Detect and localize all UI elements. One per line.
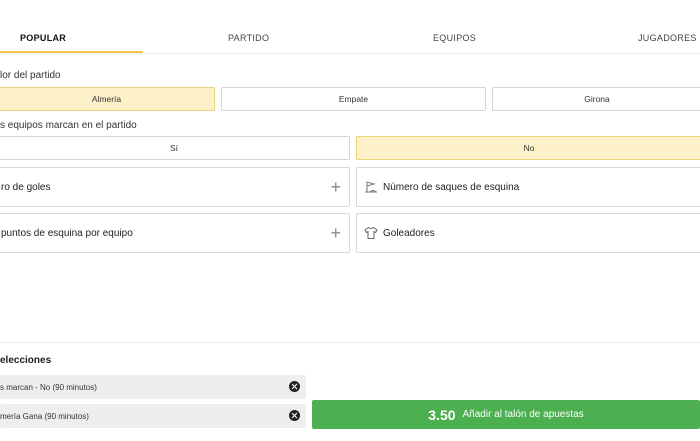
betslip-title: elecciones (0, 355, 52, 366)
market-saques-esquina[interactable]: Número de saques de esquina (356, 167, 700, 207)
remove-selection-icon[interactable] (289, 381, 300, 392)
plus-icon: + (330, 177, 341, 197)
selection-item: s marcan - No (90 minutos) (0, 375, 306, 399)
betslip-divider (0, 342, 700, 343)
option-almeria[interactable]: Almería (0, 87, 215, 111)
selection-label: s marcan - No (90 minutos) (0, 382, 97, 392)
market-title-ganador: lor del partido (0, 70, 61, 81)
market-goleadores[interactable]: Goleadores (356, 213, 700, 253)
market-numero-goles[interactable]: ro de goles + (0, 167, 350, 207)
corner-flag-icon (365, 181, 377, 193)
add-to-betslip-button[interactable]: 3.50 Añadir al talón de apuestas (312, 400, 700, 429)
option-no[interactable]: No (356, 136, 700, 160)
selection-label: mería Gana (90 minutos) (0, 411, 89, 421)
tab-equipos[interactable]: EQUIPOS (433, 33, 476, 43)
market-title-ambos-marcan: s equipos marcan en el partido (0, 120, 137, 131)
selection-item: mería Gana (90 minutos) (0, 404, 306, 428)
tabs-divider (0, 53, 700, 54)
market-tabs: POPULAR PARTIDO EQUIPOS JUGADORES (0, 0, 700, 56)
add-to-betslip-label: Añadir al talón de apuestas (462, 409, 584, 420)
market-puntos-esquina-equipo[interactable]: puntos de esquina por equipo + (0, 213, 350, 253)
market-label: Número de saques de esquina (383, 182, 520, 193)
tab-partido[interactable]: PARTIDO (228, 33, 269, 43)
market-label: Goleadores (383, 228, 435, 239)
market-label: ro de goles (1, 182, 51, 193)
tab-jugadores[interactable]: JUGADORES (638, 33, 697, 43)
combined-odds: 3.50 (428, 406, 456, 423)
shirt-icon (364, 226, 378, 239)
tab-popular[interactable]: POPULAR (20, 33, 66, 43)
remove-selection-icon[interactable] (289, 410, 300, 421)
option-si[interactable]: Sí (0, 136, 350, 160)
option-empate[interactable]: Empate (221, 87, 486, 111)
plus-icon: + (330, 223, 341, 243)
option-girona[interactable]: Girona (492, 87, 700, 111)
market-label: puntos de esquina por equipo (1, 228, 133, 239)
